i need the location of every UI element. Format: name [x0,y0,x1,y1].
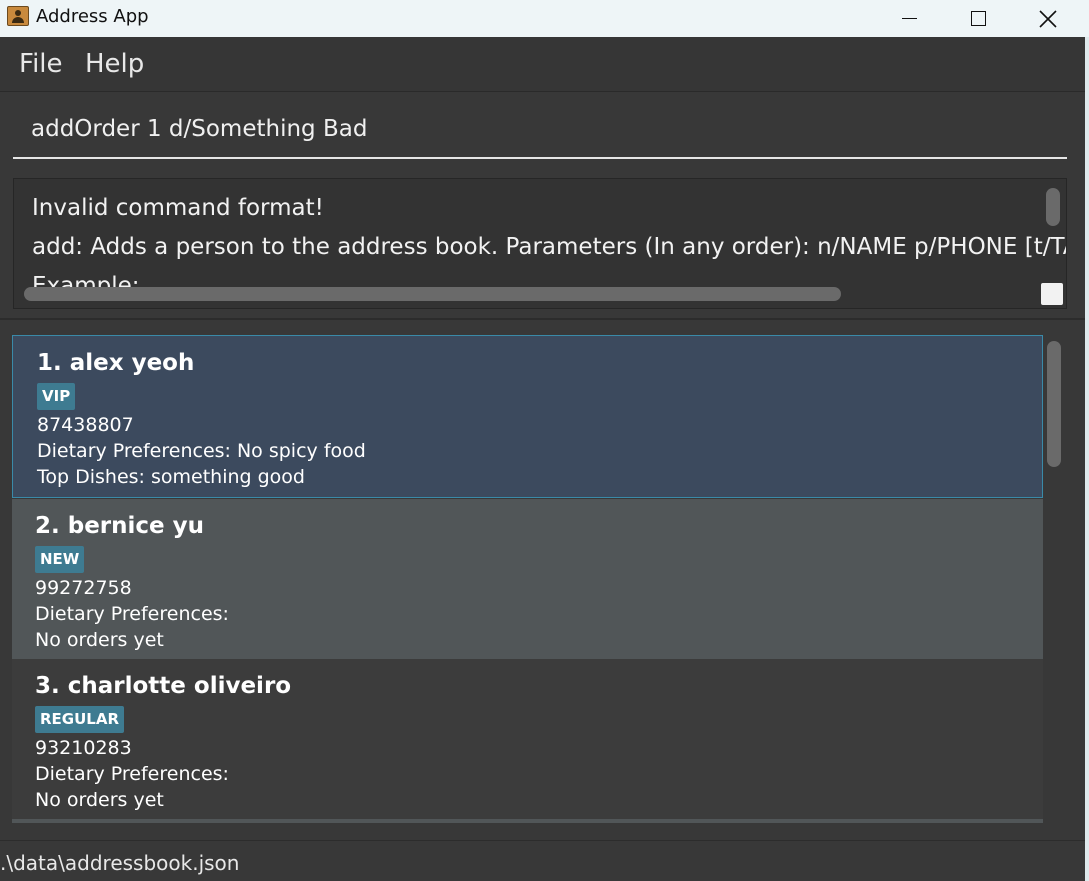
window-edge [1085,37,1089,881]
person-name: 1. alex yeoh [37,350,195,376]
person-name: 3. charlotte oliveiro [35,673,292,699]
result-line: Invalid command format! [32,195,324,221]
person-phone: 99272758 [35,577,132,599]
person-card[interactable]: 2. bernice yu NEW 99272758 Dietary Prefe… [12,499,1043,659]
person-dietary: Dietary Preferences: [35,603,229,625]
close-icon [1039,9,1057,28]
menu-help[interactable]: Help [85,49,144,79]
menu-file[interactable]: File [19,49,63,79]
list-vertical-scrollbar[interactable] [1047,341,1061,467]
command-input[interactable]: addOrder 1 d/Something Bad [31,116,367,142]
result-line: add: Adds a person to the address book. … [32,234,1067,260]
maximize-icon [970,11,986,26]
person-phone: 87438807 [37,414,134,436]
save-location: .\data\addressbook.json [0,851,240,875]
person-tag: VIP [37,383,76,410]
title-bar: Address App [0,0,1089,37]
minimize-icon [901,17,917,20]
person-dietary: Dietary Preferences: No spicy food [37,440,366,462]
address-book-icon [7,6,29,26]
minimize-button[interactable] [874,0,944,37]
maximize-button[interactable] [943,0,1013,37]
person-tag: REGULAR [35,706,125,733]
result-vertical-scrollbar[interactable] [1046,188,1060,226]
status-bar: .\data\addressbook.json [0,840,1085,881]
person-phone: 93210283 [35,737,132,759]
person-card[interactable]: 1. alex yeoh VIP 87438807 Dietary Prefer… [12,335,1043,498]
close-button[interactable] [1013,0,1083,37]
window-title: Address App [36,6,149,27]
person-dishes: No orders yet [35,629,164,651]
person-tag: NEW [35,546,85,573]
result-horizontal-scrollbar[interactable] [24,287,841,301]
person-dietary: Dietary Preferences: [35,763,229,785]
command-input-underline [13,157,1067,159]
person-dishes: No orders yet [35,789,164,811]
person-card-partial[interactable] [12,819,1043,823]
scroll-corner [1041,283,1063,305]
menu-bar: File Help [0,37,1085,92]
person-name: 2. bernice yu [35,513,205,539]
person-dishes: Top Dishes: something good [37,466,305,488]
person-card[interactable]: 3. charlotte oliveiro REGULAR 93210283 D… [12,659,1043,819]
